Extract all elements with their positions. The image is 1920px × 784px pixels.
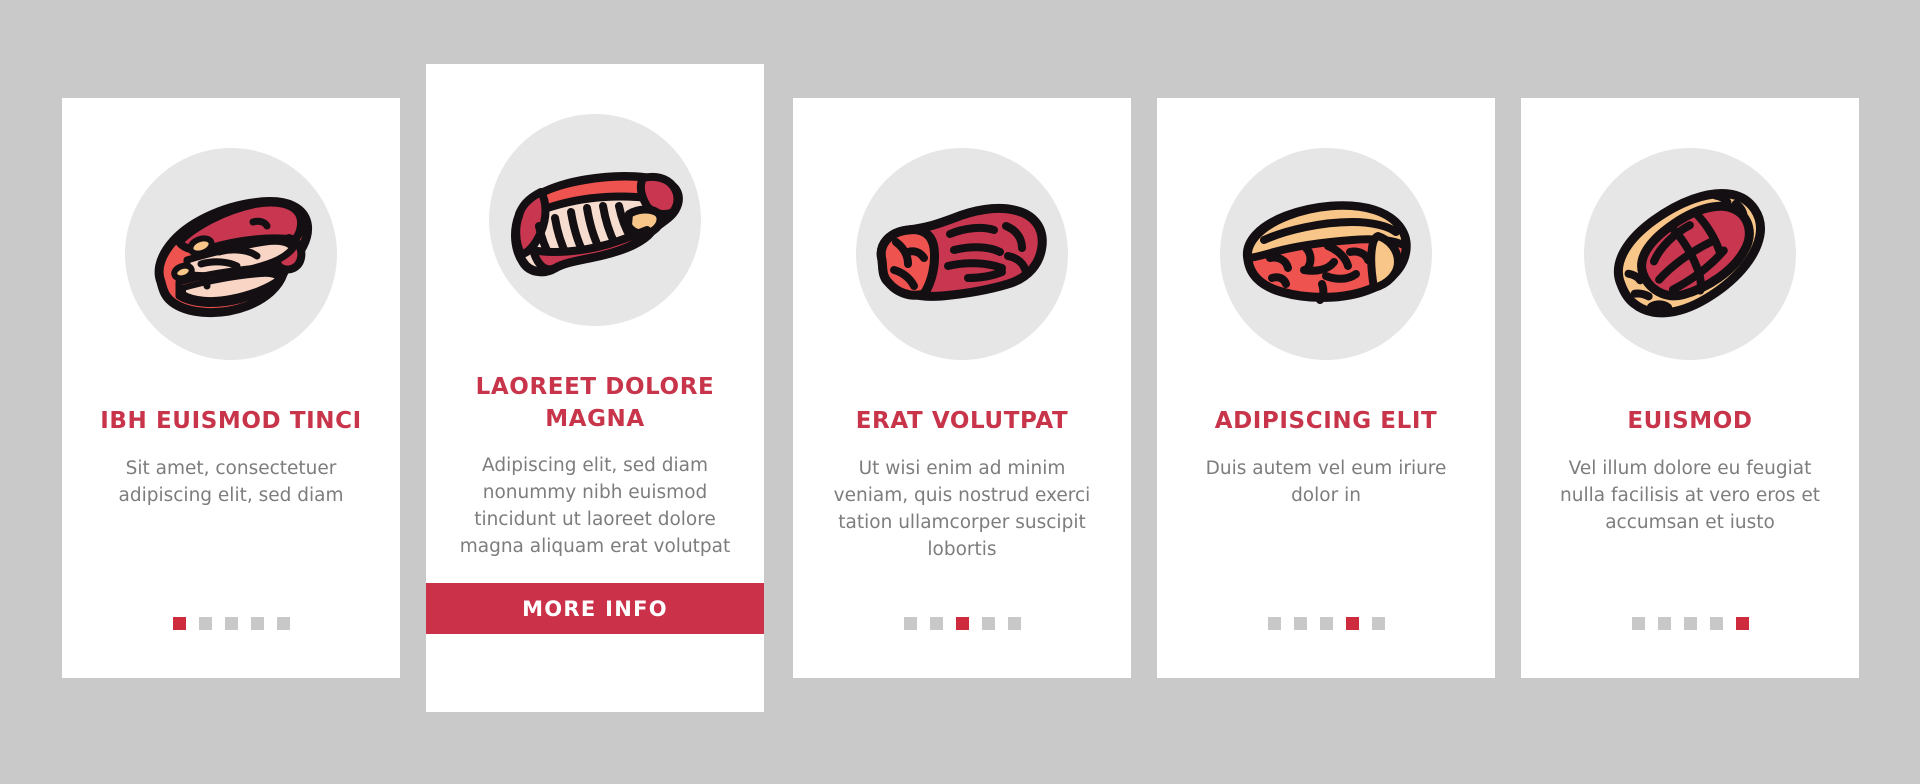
illustration-disc-3: [856, 148, 1068, 360]
card-title: ADIPISCING ELIT: [1214, 408, 1438, 434]
illustration-wrap-4: [1157, 148, 1495, 360]
illustration-wrap-1: [62, 148, 400, 360]
card-description: Adipiscing elit, sed diam nonummy nibh e…: [459, 455, 731, 558]
pagination-dot-4[interactable]: [981, 617, 995, 630]
pagination-dot-2[interactable]: [929, 617, 943, 630]
pagination-dot-2[interactable]: [198, 617, 212, 630]
pagination-dot-2[interactable]: [1293, 617, 1307, 630]
card-title: EUISMOD: [1627, 408, 1753, 434]
pagination-dot-3[interactable]: [224, 617, 238, 630]
card-title: LAOREET DOLORE MAGNA: [475, 374, 715, 432]
card-description: Sit amet, consectetuer adipiscing elit, …: [118, 457, 344, 506]
fatty-steak-icon: [1242, 201, 1411, 304]
pagination-dot-3[interactable]: [955, 617, 969, 630]
pagination-dot-3[interactable]: [1319, 617, 1333, 630]
marbled-steak-icon: [1613, 189, 1765, 318]
onboarding-card-2[interactable]: LAOREET DOLORE MAGNA Adipiscing elit, se…: [426, 64, 764, 712]
more-info-button[interactable]: MORE INFO: [426, 583, 764, 634]
pagination-dot-1[interactable]: [1631, 617, 1645, 630]
pagination-dot-1[interactable]: [1267, 617, 1281, 630]
pagination-dot-5[interactable]: [1007, 617, 1021, 630]
pagination-indicator[interactable]: [1157, 617, 1495, 630]
illustration-disc-5: [1584, 148, 1796, 360]
card-description: Duis autem vel eum iriure dolor in: [1205, 457, 1447, 506]
cards-row: IBH EUISMOD TINCI Sit amet, consectetuer…: [0, 0, 1920, 784]
pagination-dot-1[interactable]: [903, 617, 917, 630]
pagination-dot-4[interactable]: [250, 617, 264, 630]
pagination-indicator[interactable]: [793, 617, 1131, 630]
pagination-dot-4[interactable]: [1345, 617, 1359, 630]
illustration-disc-2: [489, 114, 701, 326]
card-title: IBH EUISMOD TINCI: [100, 408, 362, 434]
onboarding-card-3[interactable]: ERAT VOLUTPAT Ut wisi enim ad minim veni…: [793, 98, 1131, 678]
pagination-dot-5[interactable]: [1735, 617, 1749, 630]
card-description: Ut wisi enim ad minim veniam, quis nostr…: [833, 457, 1091, 560]
pagination-dot-2[interactable]: [1657, 617, 1671, 630]
illustration-disc-1: [125, 148, 337, 360]
pagination-dot-4[interactable]: [1709, 617, 1723, 630]
pagination-dot-5[interactable]: [276, 617, 290, 630]
steak-slab-icon: [154, 197, 313, 318]
onboarding-card-1[interactable]: IBH EUISMOD TINCI Sit amet, consectetuer…: [62, 98, 400, 678]
onboarding-card-5[interactable]: EUISMOD Vel illum dolore eu feugiat null…: [1521, 98, 1859, 678]
pagination-dot-1[interactable]: [172, 617, 186, 630]
card-title: ERAT VOLUTPAT: [855, 408, 1069, 434]
illustration-wrap-2: [426, 114, 764, 326]
card-description: Vel illum dolore eu feugiat nulla facili…: [1560, 457, 1820, 533]
onboarding-screens-container: IBH EUISMOD TINCI Sit amet, consectetuer…: [0, 0, 1920, 784]
pagination-dot-3[interactable]: [1683, 617, 1697, 630]
rib-rack-icon: [511, 172, 683, 277]
pagination-indicator[interactable]: [62, 617, 400, 630]
pagination-indicator[interactable]: [1521, 617, 1859, 630]
pagination-dot-5[interactable]: [1371, 617, 1385, 630]
illustration-wrap-5: [1521, 148, 1859, 360]
onboarding-card-4[interactable]: ADIPISCING ELIT Duis autem vel eum iriur…: [1157, 98, 1495, 678]
illustration-wrap-3: [793, 148, 1131, 360]
beef-roll-icon: [876, 203, 1047, 301]
illustration-disc-4: [1220, 148, 1432, 360]
